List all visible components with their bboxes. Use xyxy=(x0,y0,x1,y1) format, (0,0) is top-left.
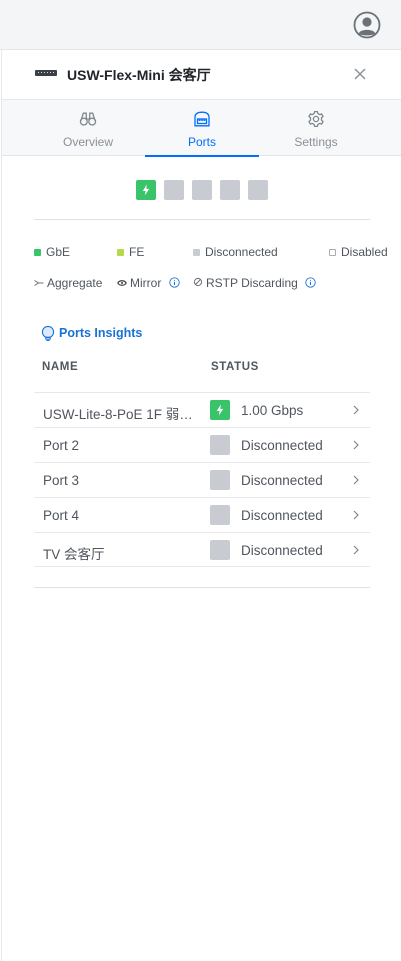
port-status-text: Disconnected xyxy=(241,543,323,558)
tab-settings[interactable]: Settings xyxy=(259,100,373,156)
port-3-box[interactable] xyxy=(192,180,212,200)
legend-gbe-label: GbE xyxy=(46,245,71,259)
mirror-icon xyxy=(117,280,127,286)
port-name: Port 4 xyxy=(43,508,80,523)
table-row[interactable]: USW-Lite-8-PoE 1F 弱电箱 1.00 Gbps xyxy=(34,392,370,427)
divider-bottom xyxy=(34,587,370,588)
port-status-box xyxy=(210,470,230,490)
disconnected-swatch xyxy=(193,249,200,256)
table-row[interactable]: Port 2 Disconnected xyxy=(34,427,370,462)
chevron-right-icon xyxy=(353,545,359,555)
table-row[interactable]: Port 3 Disconnected xyxy=(34,462,370,497)
port-status-box xyxy=(210,400,230,420)
column-header-name: NAME xyxy=(42,361,79,373)
chevron-right-icon xyxy=(353,510,359,520)
legend-disabled: Disabled xyxy=(329,245,388,259)
port-5-box[interactable] xyxy=(248,180,268,200)
top-bar xyxy=(0,0,401,50)
table-row[interactable]: Port 4 Disconnected xyxy=(34,497,370,532)
port-4-box[interactable] xyxy=(220,180,240,200)
user-avatar-icon[interactable] xyxy=(353,11,381,39)
binoculars-icon xyxy=(79,112,97,126)
rstp-info-icon[interactable] xyxy=(305,277,316,288)
chevron-right-icon xyxy=(353,475,359,485)
divider-top xyxy=(34,219,370,220)
tab-overview-label: Overview xyxy=(62,135,113,149)
gear-icon xyxy=(308,110,324,128)
legend-disconnected-label: Disconnected xyxy=(205,245,278,259)
legend-fe-label: FE xyxy=(129,245,145,259)
port-status-text: Disconnected xyxy=(241,438,323,453)
device-panel: USW-Flex-Mini 会客厅 Overview Ports Setting… xyxy=(1,50,401,961)
column-header-status: STATUS xyxy=(211,361,259,373)
device-header: USW-Flex-Mini 会客厅 xyxy=(2,50,401,100)
mirror-info-icon[interactable] xyxy=(169,277,180,288)
legend-mirror: Mirror xyxy=(117,276,180,290)
port-name: Port 3 xyxy=(43,473,80,488)
legend-mirror-label: Mirror xyxy=(130,276,162,290)
aggregate-icon xyxy=(34,280,44,286)
tab-ports-label: Ports xyxy=(187,135,216,149)
legend-rstp: RSTP Discarding xyxy=(193,276,316,290)
lightbulb-icon xyxy=(41,325,55,341)
table-row[interactable]: TV 会客厅 Disconnected xyxy=(34,532,370,567)
disabled-swatch xyxy=(329,249,336,256)
rstp-icon xyxy=(193,277,203,287)
tab-overview[interactable]: Overview xyxy=(31,100,145,156)
legend-gbe: GbE xyxy=(34,245,70,259)
port-status-text: Disconnected xyxy=(241,508,323,523)
tab-settings-label: Settings xyxy=(294,135,338,149)
port-1-box[interactable] xyxy=(136,180,156,200)
switch-device-icon xyxy=(35,70,57,76)
legend-aggregate: Aggregate xyxy=(34,276,102,290)
legend-disabled-label: Disabled xyxy=(341,245,388,259)
port-name: USW-Lite-8-PoE 1F 弱电箱 xyxy=(43,407,203,422)
port-name: TV 会客厅 xyxy=(43,547,105,562)
port-status-text: 1.00 Gbps xyxy=(241,403,304,418)
ports-insights-label: Ports Insights xyxy=(59,326,143,340)
gbe-swatch xyxy=(34,249,41,256)
tab-bar: Overview Ports Settings xyxy=(2,100,401,157)
port-status-box xyxy=(210,540,230,560)
lightning-icon xyxy=(142,184,150,196)
port-name: Port 2 xyxy=(43,438,80,453)
tab-ports[interactable]: Ports xyxy=(145,100,259,157)
close-icon[interactable] xyxy=(352,66,368,82)
legend-disconnected: Disconnected xyxy=(193,245,278,259)
legend-aggregate-label: Aggregate xyxy=(47,276,103,290)
port-2-box[interactable] xyxy=(164,180,184,200)
lightning-icon xyxy=(216,404,224,416)
legend-fe: FE xyxy=(117,245,144,259)
chevron-right-icon xyxy=(353,440,359,450)
legend-rstp-label: RSTP Discarding xyxy=(206,276,298,290)
fe-swatch xyxy=(117,249,124,256)
chevron-right-icon xyxy=(353,405,359,415)
port-status-box xyxy=(210,505,230,525)
port-status-text: Disconnected xyxy=(241,473,323,488)
device-title: USW-Flex-Mini 会客厅 xyxy=(67,67,211,83)
port-status-box xyxy=(210,435,230,455)
port-icon xyxy=(194,111,210,127)
